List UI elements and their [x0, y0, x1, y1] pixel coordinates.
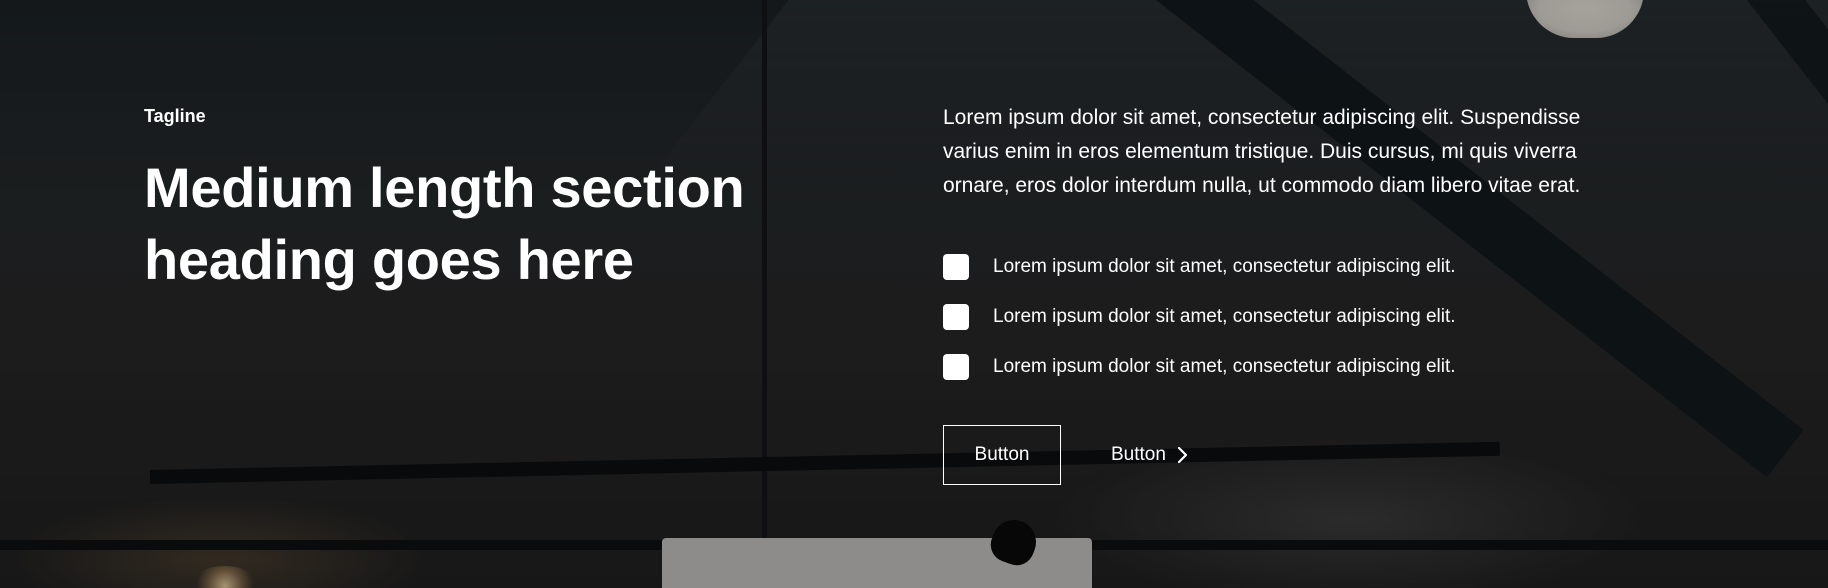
list-item-label: Lorem ipsum dolor sit amet, consectetur … [993, 306, 1456, 327]
primary-button[interactable]: Button [943, 425, 1061, 485]
feature-list: Lorem ipsum dolor sit amet, consectetur … [943, 249, 1643, 385]
list-item-label: Lorem ipsum dolor sit amet, consectetur … [993, 356, 1456, 377]
checkbox-icon [943, 354, 969, 380]
list-item: Lorem ipsum dolor sit amet, consectetur … [943, 349, 1643, 385]
tagline: Tagline [144, 106, 206, 126]
secondary-button-label: Button [1111, 444, 1166, 465]
list-item: Lorem ipsum dolor sit amet, consectetur … [943, 249, 1643, 285]
hero-body-block: Lorem ipsum dolor sit amet, consectetur … [943, 101, 1643, 485]
list-item-label: Lorem ipsum dolor sit amet, consectetur … [993, 256, 1456, 277]
checkbox-icon [943, 304, 969, 330]
hero-content: Tagline Medium length section heading go… [0, 0, 1828, 588]
section-heading: Medium length section heading goes here [144, 152, 844, 296]
section-description: Lorem ipsum dolor sit amet, consectetur … [943, 106, 1581, 197]
checkbox-icon [943, 254, 969, 280]
button-group: Button Button [943, 425, 1643, 485]
list-item: Lorem ipsum dolor sit amet, consectetur … [943, 299, 1643, 335]
hero-section: Tagline Medium length section heading go… [0, 0, 1828, 588]
secondary-link-button[interactable]: Button [1111, 444, 1190, 466]
section-heading-line: Medium length section [144, 156, 745, 219]
chevron-right-icon [1177, 446, 1188, 464]
hero-heading-block: Tagline Medium length section heading go… [144, 104, 844, 296]
section-heading-line: heading goes here [144, 228, 634, 291]
